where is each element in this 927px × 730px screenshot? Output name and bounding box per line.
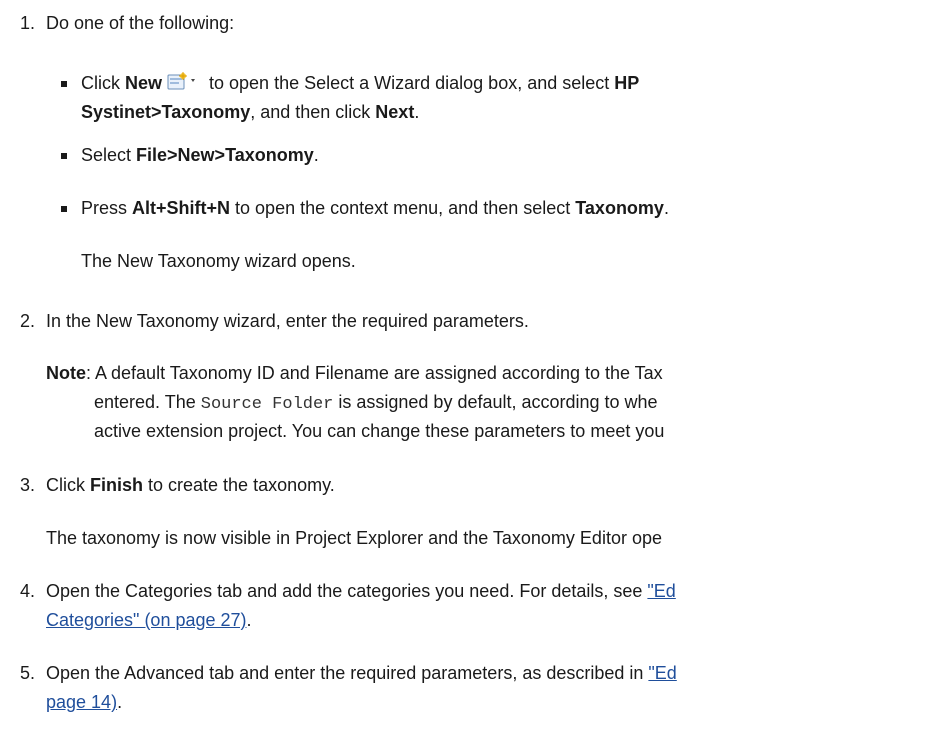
note-line: Note: A default Taxonomy ID and Filename… <box>46 363 663 383</box>
cross-reference-link[interactable]: "Ed <box>647 581 675 601</box>
step-text: In the New Taxonomy wizard, enter the re… <box>46 311 529 331</box>
bullet-item: Select File>New>Taxonomy. <box>81 145 319 165</box>
step-number: 4. <box>20 581 36 601</box>
cross-reference-link[interactable]: "Ed <box>648 663 676 683</box>
bullet-item: Press Alt+Shift+N to open the context me… <box>81 198 669 218</box>
new-wizard-icon[interactable] <box>166 72 200 92</box>
step-result: The New Taxonomy wizard opens. <box>81 251 356 271</box>
step-text: Open the Advanced tab and enter the requ… <box>46 663 677 683</box>
bullet-marker <box>61 206 67 212</box>
step-result: The taxonomy is now visible in Project E… <box>46 528 662 548</box>
step-text: Click Finish to create the taxonomy. <box>46 475 335 495</box>
note-line: active extension project. You can change… <box>94 421 665 441</box>
bullet-item: Click New to open the Select a Wizard di… <box>81 72 640 93</box>
step-text: Do one of the following: <box>46 13 235 33</box>
bullet-item-continued: Systinet>Taxonomy, and then click Next. <box>81 102 420 122</box>
bullet-marker <box>61 153 67 159</box>
step-text: Open the Categories tab and add the cate… <box>46 581 676 601</box>
step-number: 1. <box>20 13 36 33</box>
cross-reference-link[interactable]: Categories" (on page 27) <box>46 610 247 630</box>
step-number: 2. <box>20 311 36 331</box>
step-number: 3. <box>20 475 36 495</box>
bullet-marker <box>61 81 67 87</box>
step-text-continued: page 14). <box>46 692 123 712</box>
code-text: Source Folder <box>200 395 334 414</box>
step-text-continued: Categories" (on page 27). <box>46 610 252 630</box>
cross-reference-link[interactable]: page 14) <box>46 692 117 712</box>
note-line: entered. The Source Folder is assigned b… <box>94 392 658 414</box>
step-number: 5. <box>20 663 36 683</box>
